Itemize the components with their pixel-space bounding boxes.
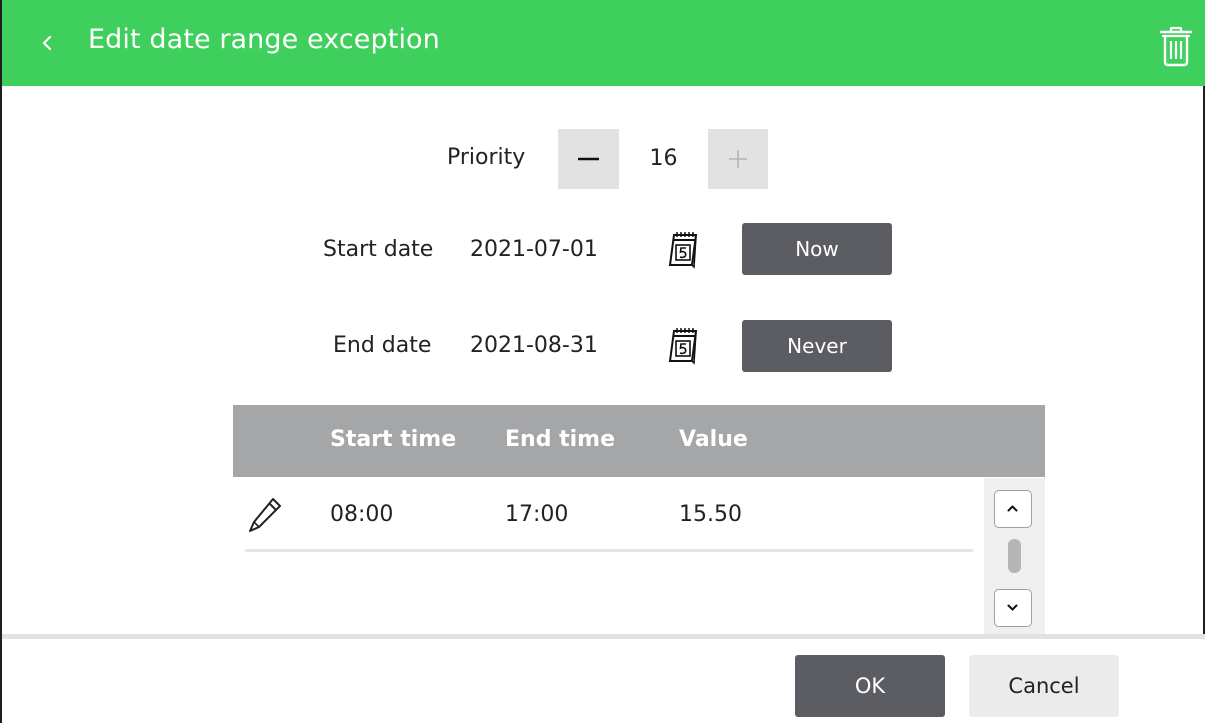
never-button[interactable]: Never: [742, 320, 892, 372]
now-button[interactable]: Now: [742, 223, 892, 275]
header-bar: Edit date range exception: [2, 0, 1205, 86]
start-date-value[interactable]: 2021-07-01: [470, 237, 598, 262]
calendar-icon: [668, 232, 698, 269]
delete-button[interactable]: [1158, 25, 1194, 67]
table-scrollbar[interactable]: [984, 478, 1045, 634]
chevron-up-icon: [1007, 505, 1018, 512]
dialog: Edit date range exception Priority 16 St…: [0, 0, 1205, 723]
calendar-icon: [668, 328, 698, 365]
end-date-value[interactable]: 2021-08-31: [470, 333, 598, 358]
end-date-label: End date: [333, 333, 432, 358]
edit-row-button[interactable]: [247, 496, 283, 534]
ok-button[interactable]: OK: [795, 655, 945, 717]
scroll-down-button[interactable]: [994, 589, 1032, 627]
priority-label: Priority: [447, 145, 526, 170]
cancel-button[interactable]: Cancel: [969, 655, 1119, 717]
plus-icon: [729, 150, 747, 168]
priority-increment-button[interactable]: [708, 129, 768, 189]
chevron-left-icon: [42, 35, 52, 51]
priority-value[interactable]: 16: [619, 129, 708, 189]
cell-end-time: 17:00: [505, 502, 569, 527]
column-header-end-time: End time: [505, 427, 615, 452]
cell-start-time: 08:00: [330, 502, 394, 527]
end-date-calendar-button[interactable]: [666, 325, 700, 365]
minus-icon: [578, 157, 599, 161]
table-row[interactable]: 08:00 17:00 15.50: [245, 478, 973, 552]
priority-decrement-button[interactable]: [558, 129, 619, 189]
pencil-icon: [249, 498, 281, 532]
start-date-label: Start date: [323, 237, 434, 262]
dialog-title: Edit date range exception: [88, 24, 440, 55]
chevron-down-icon: [1007, 604, 1018, 611]
start-date-calendar-button[interactable]: [666, 229, 700, 269]
table-header: Start time End time Value: [233, 405, 1045, 477]
cell-value: 15.50: [679, 502, 742, 527]
footer: OK Cancel: [2, 639, 1205, 723]
column-header-start-time: Start time: [330, 427, 457, 452]
column-header-value: Value: [679, 427, 748, 452]
trash-icon: [1159, 26, 1193, 67]
scroll-up-button[interactable]: [994, 490, 1032, 528]
back-button[interactable]: [36, 27, 60, 59]
scroll-thumb[interactable]: [1008, 539, 1021, 573]
